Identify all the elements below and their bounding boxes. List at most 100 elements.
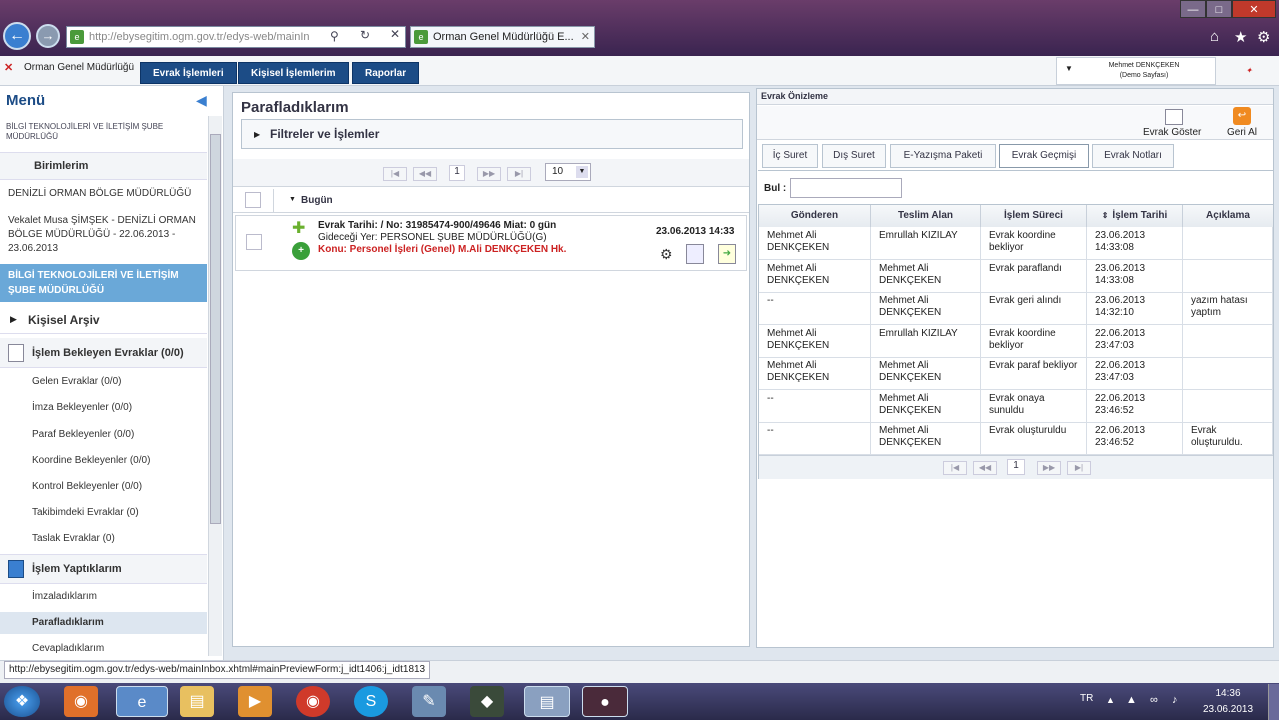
tab-dis-suret[interactable]: Dış Suret [822,144,886,168]
recall-button[interactable]: Geri Al [1227,127,1257,138]
first-page-icon[interactable]: |◀ [943,461,967,475]
pending-header-row[interactable]: İşlem Bekleyen Evraklar (0/0) [0,338,207,368]
prev-page-icon[interactable]: ◀◀ [973,461,997,475]
col-islem-tarihi[interactable]: ⇕ İşlem Tarihi [1087,205,1183,227]
table-row[interactable]: Mehmet Ali DENKÇEKEN Mehmet Ali DENKÇEKEN… [759,259,1273,293]
favorites-star-icon[interactable]: ★ [1234,28,1247,46]
done-header-row[interactable]: İşlem Yaptıklarım [0,554,207,584]
user-box[interactable]: ▼ Mehmet DENKÇEKEN (Demo Sayfası) [1056,57,1216,85]
menu-kisisel-islemlerim[interactable]: Kişisel İşlemlerim [238,62,349,84]
back-icon[interactable]: ← [3,22,31,50]
sidebar-item-parafladiklarim[interactable]: Parafladıklarım [32,617,223,628]
clock-time[interactable]: 14:36 [1200,688,1256,699]
prev-page-icon[interactable]: ◀◀ [413,167,437,181]
table-row[interactable]: -- Mehmet Ali DENKÇEKEN Evrak onaya sunuld… [759,389,1273,423]
tab-active[interactable]: e Orman Genel Müdürlüğü E... ✕ [410,26,595,48]
sidebar-item-takibimdeki[interactable]: Takibimdeki Evraklar (0) [32,507,223,518]
show-document-icon[interactable] [1165,109,1183,125]
app-icon[interactable]: ◆ [470,686,504,717]
volume-icon[interactable]: ♪ [1172,694,1178,706]
chrome-icon[interactable]: ◉ [296,686,330,717]
next-page-icon[interactable]: ▶▶ [477,167,501,181]
stop-icon[interactable]: ✕ [390,27,400,41]
table-row[interactable]: -- Mehmet Ali DENKÇEKEN Evrak oluşturuldu 2… [759,422,1273,455]
col-aciklama[interactable]: Açıklama [1183,205,1273,227]
skype-icon[interactable]: S [354,686,388,717]
firefox-icon[interactable]: ◉ [64,686,98,717]
select-all-checkbox[interactable] [245,192,261,208]
doc-subject-link[interactable]: Konu: Personel İşleri (Genel) M.Ali DENK… [318,244,566,255]
menu-evrak-islemleri[interactable]: Evrak İşlemleri [140,62,237,84]
filter-bar[interactable]: ▶ Filtreler ve İşlemler [241,119,743,149]
home-icon[interactable]: ⌂ [1210,28,1219,45]
sidebar-item-cevapladiklarim[interactable]: Cevapladıklarım [32,643,223,654]
next-page-icon[interactable]: ▶▶ [1037,461,1061,475]
last-page-icon[interactable]: ▶| [507,167,531,181]
tab-close-icon[interactable]: ✕ [581,27,590,47]
refresh-icon[interactable]: ↻ [360,28,370,42]
tab-evrak-gecmisi[interactable]: Evrak Geçmişi [999,144,1089,168]
table-row[interactable]: -- Mehmet Ali DENKÇEKEN Evrak geri alındı 2… [759,292,1273,325]
table-row[interactable]: Mehmet Ali DENKÇEKEN Emrullah KIZILAY Evra… [759,324,1273,358]
page-tab-title[interactable]: Orman Genel Müdürlüğü [24,62,138,73]
forward-doc-icon[interactable]: ➜ [718,244,736,264]
minimize-icon[interactable]: — [1180,0,1206,18]
document-row[interactable]: ✚ + Evrak Tarihi: / No: 31985474-900/496… [235,215,747,271]
close-window-icon[interactable]: ✕ [1232,0,1276,18]
first-page-icon[interactable]: |◀ [383,167,407,181]
document-info-icon[interactable] [686,244,704,264]
show-document-button[interactable]: Evrak Göster [1143,127,1201,138]
clock-date[interactable]: 23.06.2013 [1196,704,1260,715]
add-circle-icon[interactable]: + [292,242,310,260]
show-desktop-button[interactable] [1268,684,1279,720]
sidebar-item-paraf[interactable]: Paraf Bekleyenler (0/0) [32,429,223,440]
page-size-select[interactable]: 10 ▼ [545,163,591,181]
recall-icon[interactable]: ↩ [1233,107,1251,125]
sidebar-item-gelen[interactable]: Gelen Evraklar (0/0) [32,376,223,387]
unit-item-vekalet[interactable]: Vekalet Musa ŞİMŞEK - DENİZLİ ORMAN BÖLG… [8,214,204,256]
folder-icon[interactable]: ▤ [180,686,214,717]
network-icon[interactable]: ▲ [1126,694,1137,706]
col-teslim-alan[interactable]: Teslim Alan [871,205,981,227]
address-bar[interactable]: e http://ebysegitim.ogm.gov.tr/edys-web/… [66,26,406,48]
settings-gear-icon[interactable]: ⚙ [1257,28,1270,46]
maximize-icon[interactable]: □ [1206,0,1232,18]
table-page-number[interactable]: 1 [1007,459,1025,475]
tray-arrow-icon[interactable]: ▲ [1106,695,1115,705]
search-input[interactable] [790,178,902,198]
archive-row[interactable]: ▶ Kişisel Arşiv [0,306,207,334]
page-close-icon[interactable]: ✕ [4,61,13,74]
tab-e-yazisma[interactable]: E-Yazışma Paketi [890,144,996,168]
sidebar-scrollbar[interactable] [208,116,222,656]
signal-icon[interactable]: ∞ [1150,694,1158,706]
start-button-icon[interactable]: ❖ [4,686,40,717]
page-number[interactable]: 1 [449,165,465,181]
col-islem-sureci[interactable]: İşlem Süreci [981,205,1087,227]
recorder-icon[interactable]: ● [582,686,628,717]
tab-evrak-notlari[interactable]: Evrak Notları [1092,144,1174,168]
ie-icon[interactable]: e [116,686,168,717]
tab-ic-suret[interactable]: İç Suret [762,144,818,168]
last-page-icon[interactable]: ▶| [1067,461,1091,475]
sidebar-item-taslak[interactable]: Taslak Evraklar (0) [32,533,223,544]
unit-item-bilgi[interactable]: BİLGİ TEKNOLOJİLERİ VE İLETİŞİM ŞUBE MÜD… [0,264,207,302]
menu-raporlar[interactable]: Raporlar [352,62,420,84]
search-icon[interactable]: ⚲ [330,29,339,43]
app-window-icon[interactable]: ▤ [524,686,570,717]
sidebar-item-imzaladiklarim[interactable]: İmzaladıklarım [32,591,223,602]
col-gonderen[interactable]: Gönderen [759,205,871,227]
forward-icon[interactable]: → [36,24,60,48]
unit-item-denizli[interactable]: DENİZLİ ORMAN BÖLGE MÜDÜRLÜĞÜ [8,188,204,199]
media-player-icon[interactable]: ▶ [238,686,272,717]
language-indicator[interactable]: TR [1080,693,1093,704]
table-row[interactable]: Mehmet Ali DENKÇEKEN Mehmet Ali DENKÇEKEN… [759,357,1273,390]
sidebar-item-kontrol[interactable]: Kontrol Bekleyenler (0/0) [32,481,223,492]
sidebar-item-imza[interactable]: İmza Bekleyenler (0/0) [32,402,223,413]
table-row[interactable]: Mehmet Ali DENKÇEKEN Emrullah KIZILAY Evra… [759,227,1273,260]
badge-icon[interactable]: ⚙ [660,246,673,263]
paint-icon[interactable]: ✎ [412,686,446,717]
row-checkbox[interactable] [246,234,262,250]
sidebar-item-koordine[interactable]: Koordine Bekleyenler (0/0) [32,455,223,466]
scrollbar-thumb[interactable] [210,134,221,524]
collapse-arrow-icon[interactable]: ◀ [196,92,214,108]
